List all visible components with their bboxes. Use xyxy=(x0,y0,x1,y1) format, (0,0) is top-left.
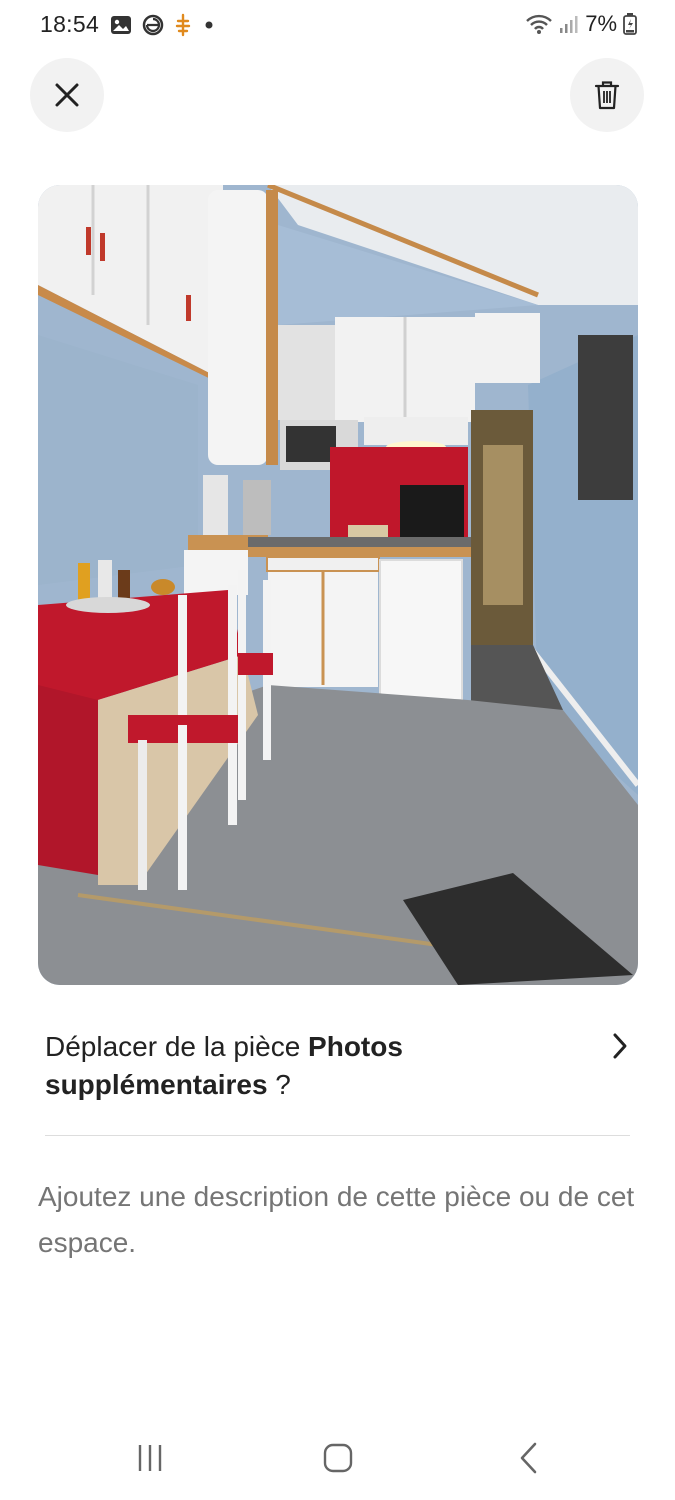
back-icon xyxy=(520,1442,537,1474)
recent-apps-button[interactable] xyxy=(120,1438,180,1478)
description-input[interactable] xyxy=(38,1174,638,1266)
move-room-suffix: ? xyxy=(267,1069,291,1100)
battery-percentage: 7% xyxy=(585,11,617,36)
close-icon xyxy=(55,83,79,107)
status-time: 18:54 xyxy=(40,11,100,37)
move-room-text: Déplacer de la pièce Photos supplémentai… xyxy=(45,1028,565,1104)
status-icons-left xyxy=(110,13,216,37)
back-button[interactable] xyxy=(498,1438,558,1478)
kitchen-photo-illustration xyxy=(38,185,638,985)
signal-icon xyxy=(560,16,578,33)
room-photo xyxy=(38,185,638,985)
wifi-icon xyxy=(526,14,553,34)
chevron-right-icon xyxy=(613,1033,627,1059)
status-bar: 18:54 7% xyxy=(0,0,675,50)
trash-icon xyxy=(594,81,620,110)
navigation-bar xyxy=(0,1410,675,1500)
notification-icon xyxy=(175,13,191,37)
home-button[interactable] xyxy=(308,1438,368,1478)
divider xyxy=(45,1135,630,1136)
close-button[interactable] xyxy=(30,58,104,132)
move-room-row[interactable]: Déplacer de la pièce Photos supplémentai… xyxy=(45,1028,635,1104)
dot-icon xyxy=(205,21,213,29)
move-room-prefix: Déplacer de la pièce xyxy=(45,1031,309,1062)
battery-icon xyxy=(623,13,637,35)
home-icon xyxy=(323,1443,353,1473)
browser-icon xyxy=(142,14,164,36)
gallery-icon xyxy=(111,16,131,34)
recent-apps-icon xyxy=(138,1445,162,1471)
status-icons-right: 7% xyxy=(525,11,637,37)
delete-photo-button[interactable] xyxy=(570,58,644,132)
